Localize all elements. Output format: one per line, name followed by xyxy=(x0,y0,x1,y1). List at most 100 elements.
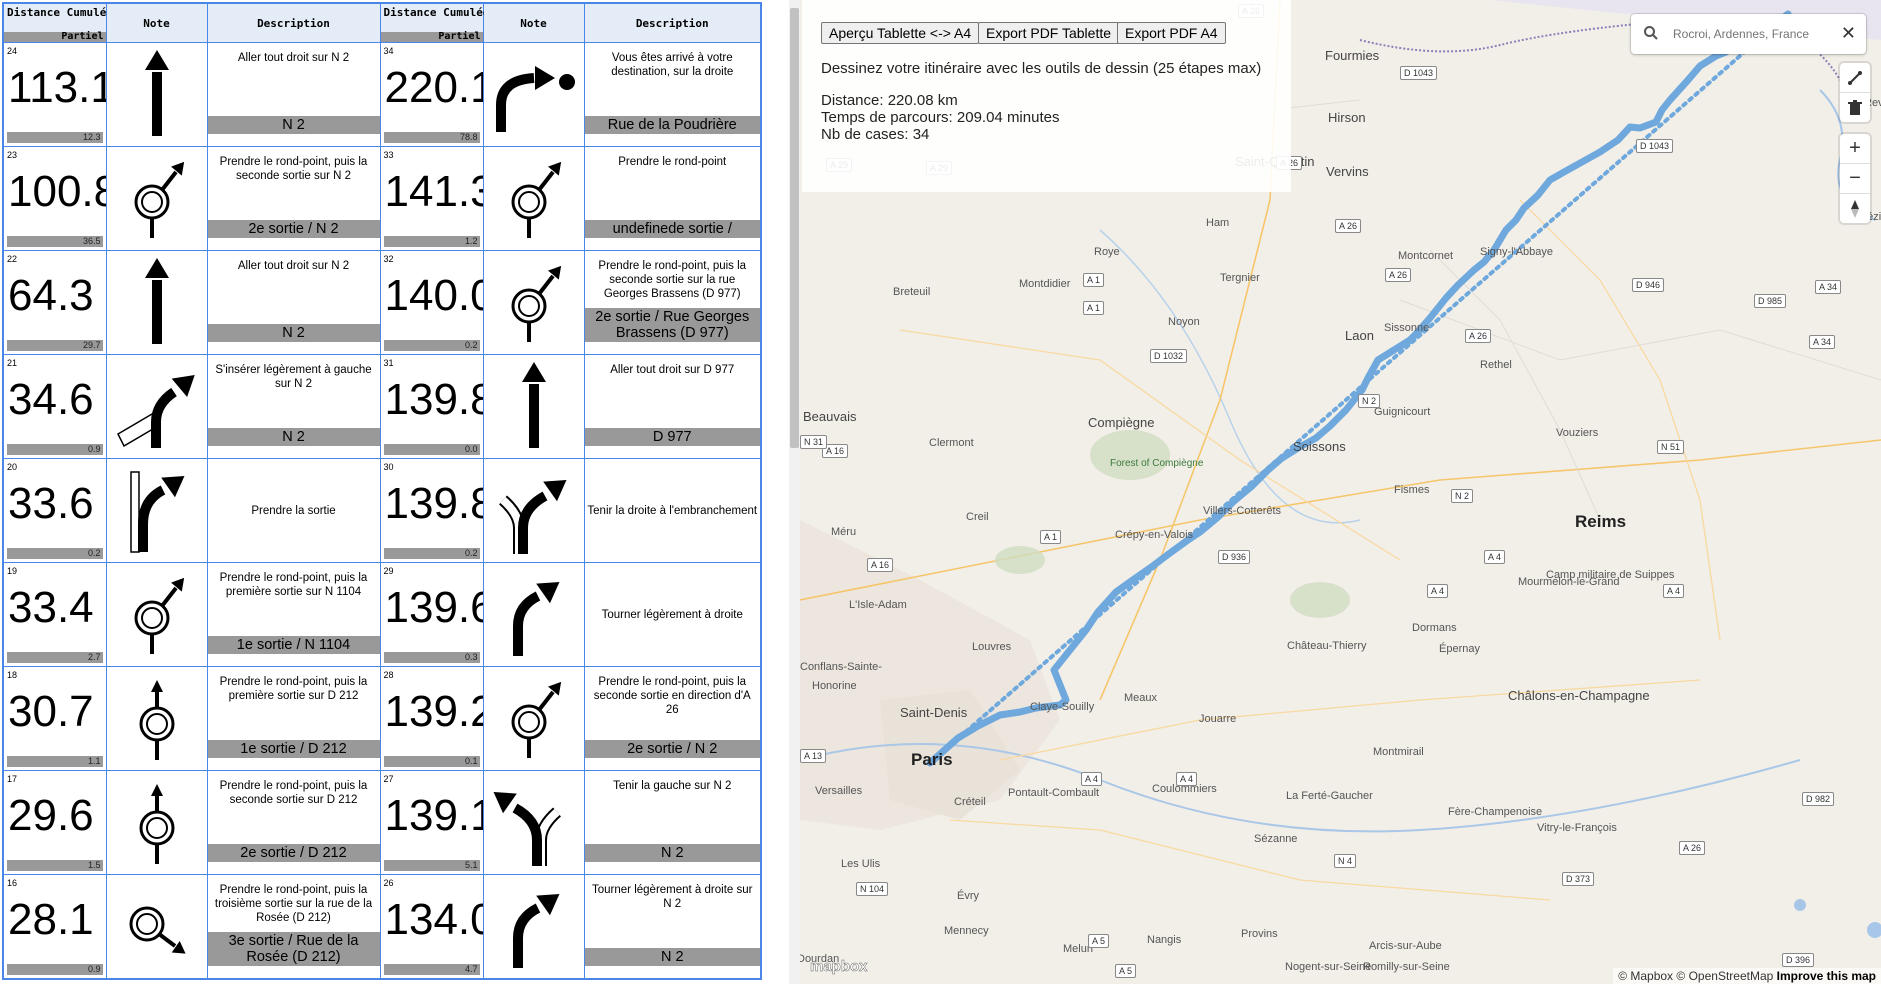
map-place-label: Honorine xyxy=(812,680,857,692)
header-distance: Distance Cumulée Partiel xyxy=(2,2,113,43)
road-shield: N 51 xyxy=(1657,440,1685,454)
distance-cell: 22 64.3 29.7 xyxy=(2,250,107,355)
map-attribution: © Mapbox © OpenStreetMap Improve this ma… xyxy=(1613,968,1881,984)
step-number: 27 xyxy=(383,774,394,784)
geocoder-search[interactable]: ✕ xyxy=(1631,14,1866,54)
map-place-label: Claye-Souilly xyxy=(1030,701,1095,713)
note-cell xyxy=(105,250,208,355)
map-place-label: Mennecy xyxy=(944,925,989,937)
partial-distance: 29.7 xyxy=(7,340,103,351)
road-name-bar: N 2 xyxy=(207,428,380,446)
description-cell: Prendre le rond-point, puis la seconde s… xyxy=(206,770,381,875)
delete-button[interactable] xyxy=(1840,92,1870,122)
partial-distance: 0.2 xyxy=(383,340,480,351)
road-shield: D 1032 xyxy=(1150,349,1188,363)
attribution-improve[interactable]: Improve this map xyxy=(1777,969,1876,983)
scrollbar-thumb[interactable] xyxy=(790,8,799,448)
header-distance: Distance Cumulée Partiel xyxy=(379,2,489,43)
instruction-text: Tourner légèrement à droite sur N 2 xyxy=(592,884,753,910)
note-cell xyxy=(105,354,208,459)
partial-distance: 1.2 xyxy=(383,236,480,247)
distance-cell: 19 33.4 2.7 xyxy=(2,562,107,667)
road-shield: N 104 xyxy=(856,882,889,896)
partial-distance: 0.2 xyxy=(383,548,480,559)
attribution-osm[interactable]: © OpenStreetMap xyxy=(1676,969,1773,983)
map-place-label: Camp militaire de Suippes xyxy=(1546,569,1675,581)
cumulative-distance: 113.1 xyxy=(8,63,106,112)
step-number: 19 xyxy=(7,566,18,576)
line-icon xyxy=(1848,70,1862,85)
instruction-text: Prendre le rond-point, puis la seconde s… xyxy=(219,156,368,182)
note-cell xyxy=(105,666,208,771)
zoom-out-button[interactable]: − xyxy=(1840,163,1870,193)
road-name-bar: N 2 xyxy=(584,948,760,966)
cumulative-distance: 29.6 xyxy=(8,791,94,840)
description-cell: Vous êtes arrivé à votre destination, su… xyxy=(583,42,762,147)
map-place-label: Laon xyxy=(1345,328,1374,343)
cumulative-distance: 140.0 xyxy=(384,271,483,320)
step-number: 31 xyxy=(383,358,394,368)
description-cell: Tourner légèrement à droite sur N 2 N 2 xyxy=(583,874,762,980)
zoom-in-button[interactable]: + xyxy=(1840,134,1870,163)
draw-line-button[interactable] xyxy=(1840,63,1870,92)
road-shield: N 2 xyxy=(1451,489,1474,503)
step-number: 30 xyxy=(383,462,394,472)
map-place-label: Provins xyxy=(1241,928,1278,940)
roadbook-row: 21 34.6 0.9 S'insérer légèrement à gauch… xyxy=(2,354,762,459)
map-place-label: Beauvais xyxy=(803,409,857,424)
search-input[interactable] xyxy=(1671,23,1835,45)
compass-button[interactable] xyxy=(1840,193,1870,223)
map-place-label: Dormans xyxy=(1412,622,1457,634)
cumulative-distance: 139.6 xyxy=(384,583,483,632)
road-shield: A 4 xyxy=(1427,584,1449,598)
note-cell xyxy=(482,42,585,147)
header-description: Description xyxy=(206,2,381,43)
instruction-text: Prendre le rond-point, puis la première … xyxy=(219,676,368,702)
map-place-label: Creil xyxy=(966,511,989,523)
map-place-label: Montmirail xyxy=(1373,746,1424,758)
distance-cell: 18 30.7 1.1 xyxy=(2,666,107,771)
distance-cell: 32 140.0 0.2 xyxy=(379,250,484,355)
map-place-label: Arcis-sur-Aube xyxy=(1369,940,1442,952)
instruction-text: Aller tout droit sur N 2 xyxy=(237,260,350,272)
road-shield: N 4 xyxy=(1334,854,1357,868)
map-place-label: Romilly-sur-Seine xyxy=(1363,961,1450,973)
description-cell: Prendre le rond-point, puis la seconde s… xyxy=(583,666,762,771)
map-place-label: Sézanne xyxy=(1254,833,1298,845)
partial-distance: 1.1 xyxy=(7,756,103,767)
cumulative-distance: 220.1 xyxy=(384,63,483,112)
cumulative-distance: 30.7 xyxy=(8,687,94,736)
note-cell xyxy=(105,770,208,875)
roadbook-row: 19 33.4 2.7 Prendre le rond-point, puis … xyxy=(2,562,762,667)
close-icon[interactable]: ✕ xyxy=(1841,24,1856,42)
roadbook: Distance Cumulée Partiel Note Description… xyxy=(0,0,762,984)
partial-distance: 0.3 xyxy=(383,652,480,663)
step-number: 18 xyxy=(7,670,18,680)
attribution-mapbox[interactable]: © Mapbox xyxy=(1618,969,1673,983)
export-pdf-tablet-button[interactable]: Export PDF Tablette xyxy=(978,22,1120,44)
cases-readout: Nb de cases: 34 xyxy=(821,126,930,143)
instruction-text: Prendre le rond-point, puis la seconde s… xyxy=(219,780,368,806)
description-cell: Aller tout droit sur N 2 N 2 xyxy=(206,42,381,147)
roundabout-icon xyxy=(107,674,207,764)
instruction-text: Vous êtes arrivé à votre destination, su… xyxy=(611,52,734,78)
description-cell: Aller tout droit sur D 977 D 977 xyxy=(583,354,762,459)
note-cell xyxy=(482,562,585,667)
description-cell: Tourner légèrement à droite xyxy=(583,562,762,667)
map-place-label: Versailles xyxy=(815,785,863,797)
map-place-label: Louvres xyxy=(972,641,1012,653)
road-shield: A 26 xyxy=(1335,219,1362,233)
mapbox-logo[interactable]: mapbox xyxy=(810,958,868,976)
preview-toggle-button[interactable]: Aperçu Tablette <-> A4 xyxy=(821,22,980,44)
roundabout-icon xyxy=(107,154,207,244)
map-place-label: Crépy-en-Valois xyxy=(1115,529,1194,541)
distance-cell: 30 139.8 0.2 xyxy=(379,458,484,563)
note-cell xyxy=(482,250,585,355)
distance-cell: 28 139.2 0.1 xyxy=(379,666,484,771)
step-number: 22 xyxy=(7,254,18,264)
road-name-bar: 2e sortie / Rue Georges Brassens (D 977) xyxy=(584,308,760,342)
road-shield: D 373 xyxy=(1562,872,1595,886)
export-pdf-a4-button[interactable]: Export PDF A4 xyxy=(1117,22,1226,44)
partial-distance: 4.7 xyxy=(383,964,480,975)
distance-cell: 24 113.1 12.3 xyxy=(2,42,107,147)
